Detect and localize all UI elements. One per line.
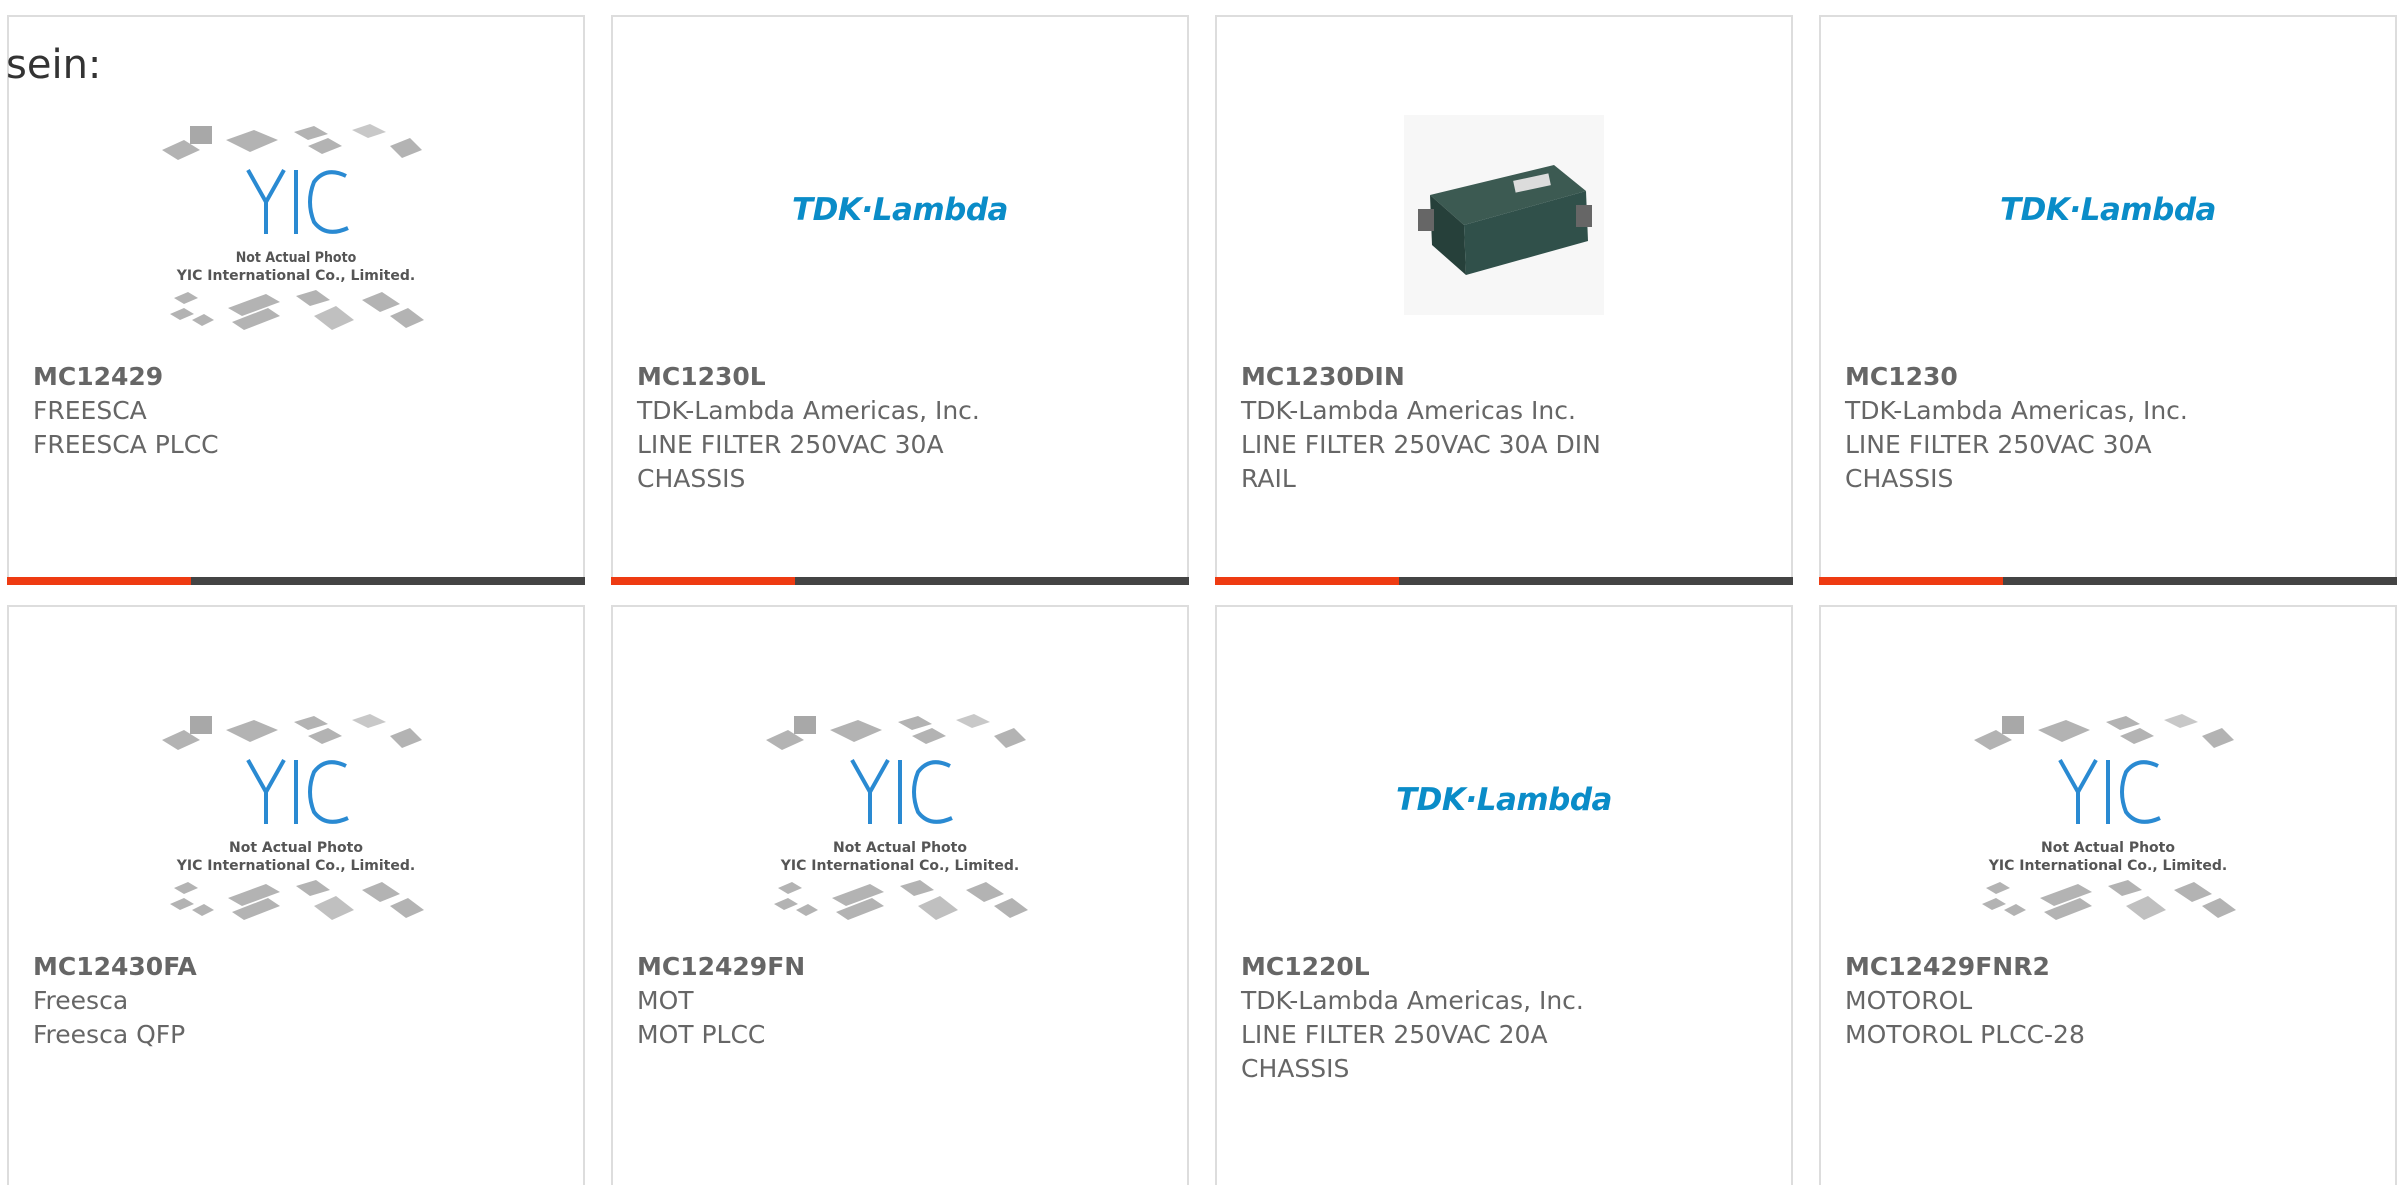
- product-card[interactable]: Not Actual Photo YIC International Co., …: [1819, 605, 2397, 1185]
- description-line: LINE FILTER 250VAC 30A DIN: [1241, 430, 1601, 459]
- product-thumbnail[interactable]: Not Actual Photo YIC International Co., …: [9, 683, 583, 957]
- placeholder-caption-line1: Not Actual Photo: [229, 840, 363, 856]
- description-line: LINE FILTER 250VAC 30A: [637, 430, 944, 459]
- placeholder-caption-line2: YIC International Co., Limited.: [176, 858, 415, 874]
- product-thumbnail[interactable]: TDK·Lambda: [613, 93, 1187, 367]
- placeholder-caption-line1: Not Actual Photo: [2041, 840, 2175, 856]
- description-line: CHASSIS: [1845, 464, 1954, 493]
- yic-logo: [246, 759, 349, 824]
- manufacturer: Freesca: [33, 986, 129, 1015]
- section-heading: sein:: [6, 42, 102, 88]
- card-bottom-bar: [611, 577, 1189, 585]
- product-thumbnail[interactable]: TDK·Lambda: [1821, 93, 2395, 367]
- part-number-link[interactable]: MC12429FN: [637, 950, 1167, 984]
- yic-logo: [2058, 759, 2161, 824]
- yic-placeholder-image: Not Actual Photo YIC International Co., …: [1974, 714, 2236, 920]
- manufacturer: MOT: [637, 986, 694, 1015]
- product-thumbnail[interactable]: [1217, 93, 1791, 367]
- card-bottom-bar: [1215, 577, 1793, 585]
- part-number-link[interactable]: MC1230: [1845, 360, 2375, 394]
- manufacturer: TDK-Lambda Americas, Inc.: [1845, 396, 2188, 425]
- description-line: MOT PLCC: [637, 1020, 766, 1049]
- manufacturer: MOTOROL: [1845, 986, 1973, 1015]
- part-number-link[interactable]: MC12429: [33, 360, 563, 394]
- product-card[interactable]: TDK·Lambda MC1230 TDK-Lambda Americas, I…: [1819, 15, 2397, 585]
- yic-placeholder-image: Not Actual Photo YIC International Co., …: [162, 124, 424, 330]
- placeholder-caption-line2: YIC International Co., Limited.: [1988, 858, 2227, 874]
- placeholder-caption-line1: Not Actual Photo: [236, 250, 357, 266]
- card-accent-bar: [7, 577, 191, 585]
- product-thumbnail[interactable]: TDK·Lambda: [1217, 683, 1791, 957]
- yic-placeholder-image: Not Actual Photo YIC International Co., …: [766, 714, 1028, 920]
- product-thumbnail[interactable]: Not Actual Photo YIC International Co., …: [1821, 683, 2395, 957]
- part-number-link[interactable]: MC1230DIN: [1241, 360, 1771, 394]
- placeholder-caption-line1: Not Actual Photo: [833, 840, 967, 856]
- description-line: CHASSIS: [637, 464, 746, 493]
- manufacturer: TDK-Lambda Americas, Inc.: [1241, 986, 1584, 1015]
- description-line: RAIL: [1241, 464, 1296, 493]
- manufacturer: TDK-Lambda Americas, Inc.: [637, 396, 980, 425]
- yic-logo: [850, 759, 953, 824]
- card-bottom-bar: [1819, 577, 2397, 585]
- part-number-link[interactable]: MC12429FNR2: [1845, 950, 2375, 984]
- product-card[interactable]: TDK·Lambda MC1220L TDK-Lambda Americas, …: [1215, 605, 1793, 1185]
- manufacturer: FREESCA: [33, 396, 147, 425]
- card-accent-bar: [611, 577, 795, 585]
- product-info: MC12430FA Freesca Freesca QFP: [33, 950, 563, 1052]
- tdk-lambda-logo: TDK·Lambda: [2000, 192, 2216, 228]
- placeholder-caption-line2: YIC International Co., Limited.: [176, 268, 415, 284]
- manufacturer: TDK-Lambda Americas Inc.: [1241, 396, 1576, 425]
- line-filter-photo: [1404, 115, 1604, 315]
- description-line: Freesca QFP: [33, 1020, 186, 1049]
- placeholder-caption-line2: YIC International Co., Limited.: [780, 858, 1019, 874]
- product-card[interactable]: Not Actual Photo YIC International Co., …: [7, 15, 585, 585]
- product-info: MC1220L TDK-Lambda Americas, Inc. LINE F…: [1241, 950, 1771, 1086]
- description-line: LINE FILTER 250VAC 30A: [1845, 430, 2152, 459]
- product-thumbnail[interactable]: Not Actual Photo YIC International Co., …: [9, 93, 583, 367]
- description-line: LINE FILTER 250VAC 20A: [1241, 1020, 1548, 1049]
- card-bottom-bar: [7, 577, 585, 585]
- product-info: MC12429FNR2 MOTOROL MOTOROL PLCC-28: [1845, 950, 2375, 1052]
- card-accent-bar: [1215, 577, 1399, 585]
- product-card[interactable]: Not Actual Photo YIC International Co., …: [7, 605, 585, 1185]
- part-number-link[interactable]: MC1230L: [637, 360, 1167, 394]
- description-line: CHASSIS: [1241, 1054, 1350, 1083]
- card-accent-bar: [1819, 577, 2003, 585]
- product-info: MC1230DIN TDK-Lambda Americas Inc. LINE …: [1241, 360, 1771, 496]
- yic-logo: [246, 169, 349, 234]
- product-info: MC1230L TDK-Lambda Americas, Inc. LINE F…: [637, 360, 1167, 496]
- product-card[interactable]: TDK·Lambda MC1230L TDK-Lambda Americas, …: [611, 15, 1189, 585]
- yic-placeholder-image: Not Actual Photo YIC International Co., …: [162, 714, 424, 920]
- description-line: MOTOROL PLCC-28: [1845, 1020, 2085, 1049]
- product-thumbnail[interactable]: Not Actual Photo YIC International Co., …: [613, 683, 1187, 957]
- product-card[interactable]: Not Actual Photo YIC International Co., …: [611, 605, 1189, 1185]
- tdk-lambda-logo: TDK·Lambda: [792, 192, 1008, 228]
- part-number-link[interactable]: MC12430FA: [33, 950, 563, 984]
- part-number-link[interactable]: MC1220L: [1241, 950, 1771, 984]
- product-info: MC12429FN MOT MOT PLCC: [637, 950, 1167, 1052]
- tdk-lambda-logo: TDK·Lambda: [1396, 782, 1612, 818]
- description-line: FREESCA PLCC: [33, 430, 219, 459]
- product-info: MC12429 FREESCA FREESCA PLCC: [33, 360, 563, 462]
- product-card[interactable]: MC1230DIN TDK-Lambda Americas Inc. LINE …: [1215, 15, 1793, 585]
- product-info: MC1230 TDK-Lambda Americas, Inc. LINE FI…: [1845, 360, 2375, 496]
